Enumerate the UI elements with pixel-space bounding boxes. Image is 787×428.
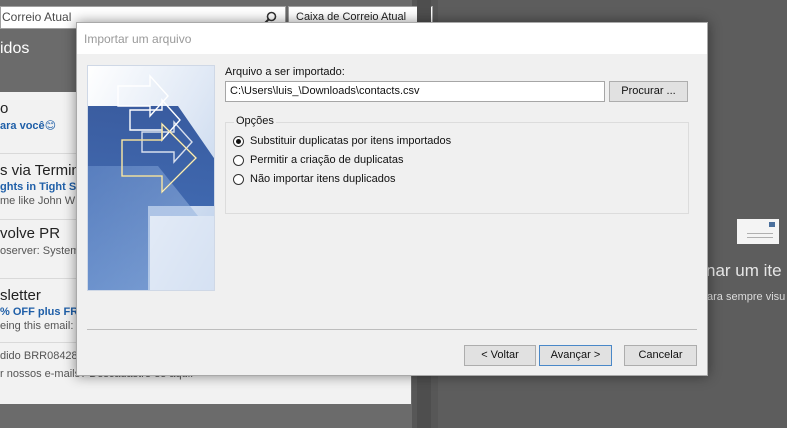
folder-title: idos xyxy=(0,40,30,57)
search-placeholder: Correio Atual xyxy=(2,10,72,24)
next-button[interactable]: Avançar > xyxy=(539,345,612,366)
dialog-divider xyxy=(87,329,697,330)
file-label: Arquivo a ser importado: xyxy=(225,66,345,78)
reading-pane-subtitle: ara sempre visu xyxy=(707,291,786,303)
dialog-title: Importar um arquivo xyxy=(84,32,192,46)
cancel-button[interactable]: Cancelar xyxy=(624,345,697,366)
envelope-icon xyxy=(737,219,779,244)
option-label: Permitir a criação de duplicatas xyxy=(250,154,404,166)
file-path-input[interactable]: C:\Users\luis_\Downloads\contacts.csv xyxy=(225,81,605,102)
browse-button[interactable]: Procurar ... xyxy=(609,81,688,102)
option-label: Não importar itens duplicados xyxy=(250,173,396,185)
radio-button[interactable] xyxy=(233,174,244,185)
radio-button-selected[interactable] xyxy=(233,136,244,147)
back-button[interactable]: < Voltar xyxy=(464,345,536,366)
option-label: Substituir duplicatas por itens importad… xyxy=(250,135,452,147)
dialog-titlebar[interactable]: Importar um arquivo xyxy=(77,23,707,54)
options-legend: Opções xyxy=(234,115,276,127)
reading-pane-title: nar um ite xyxy=(706,261,782,280)
radio-button[interactable] xyxy=(233,155,244,166)
wizard-illustration xyxy=(87,65,215,291)
import-dialog: Importar um arquivo Arquivo a ser import… xyxy=(76,22,708,376)
